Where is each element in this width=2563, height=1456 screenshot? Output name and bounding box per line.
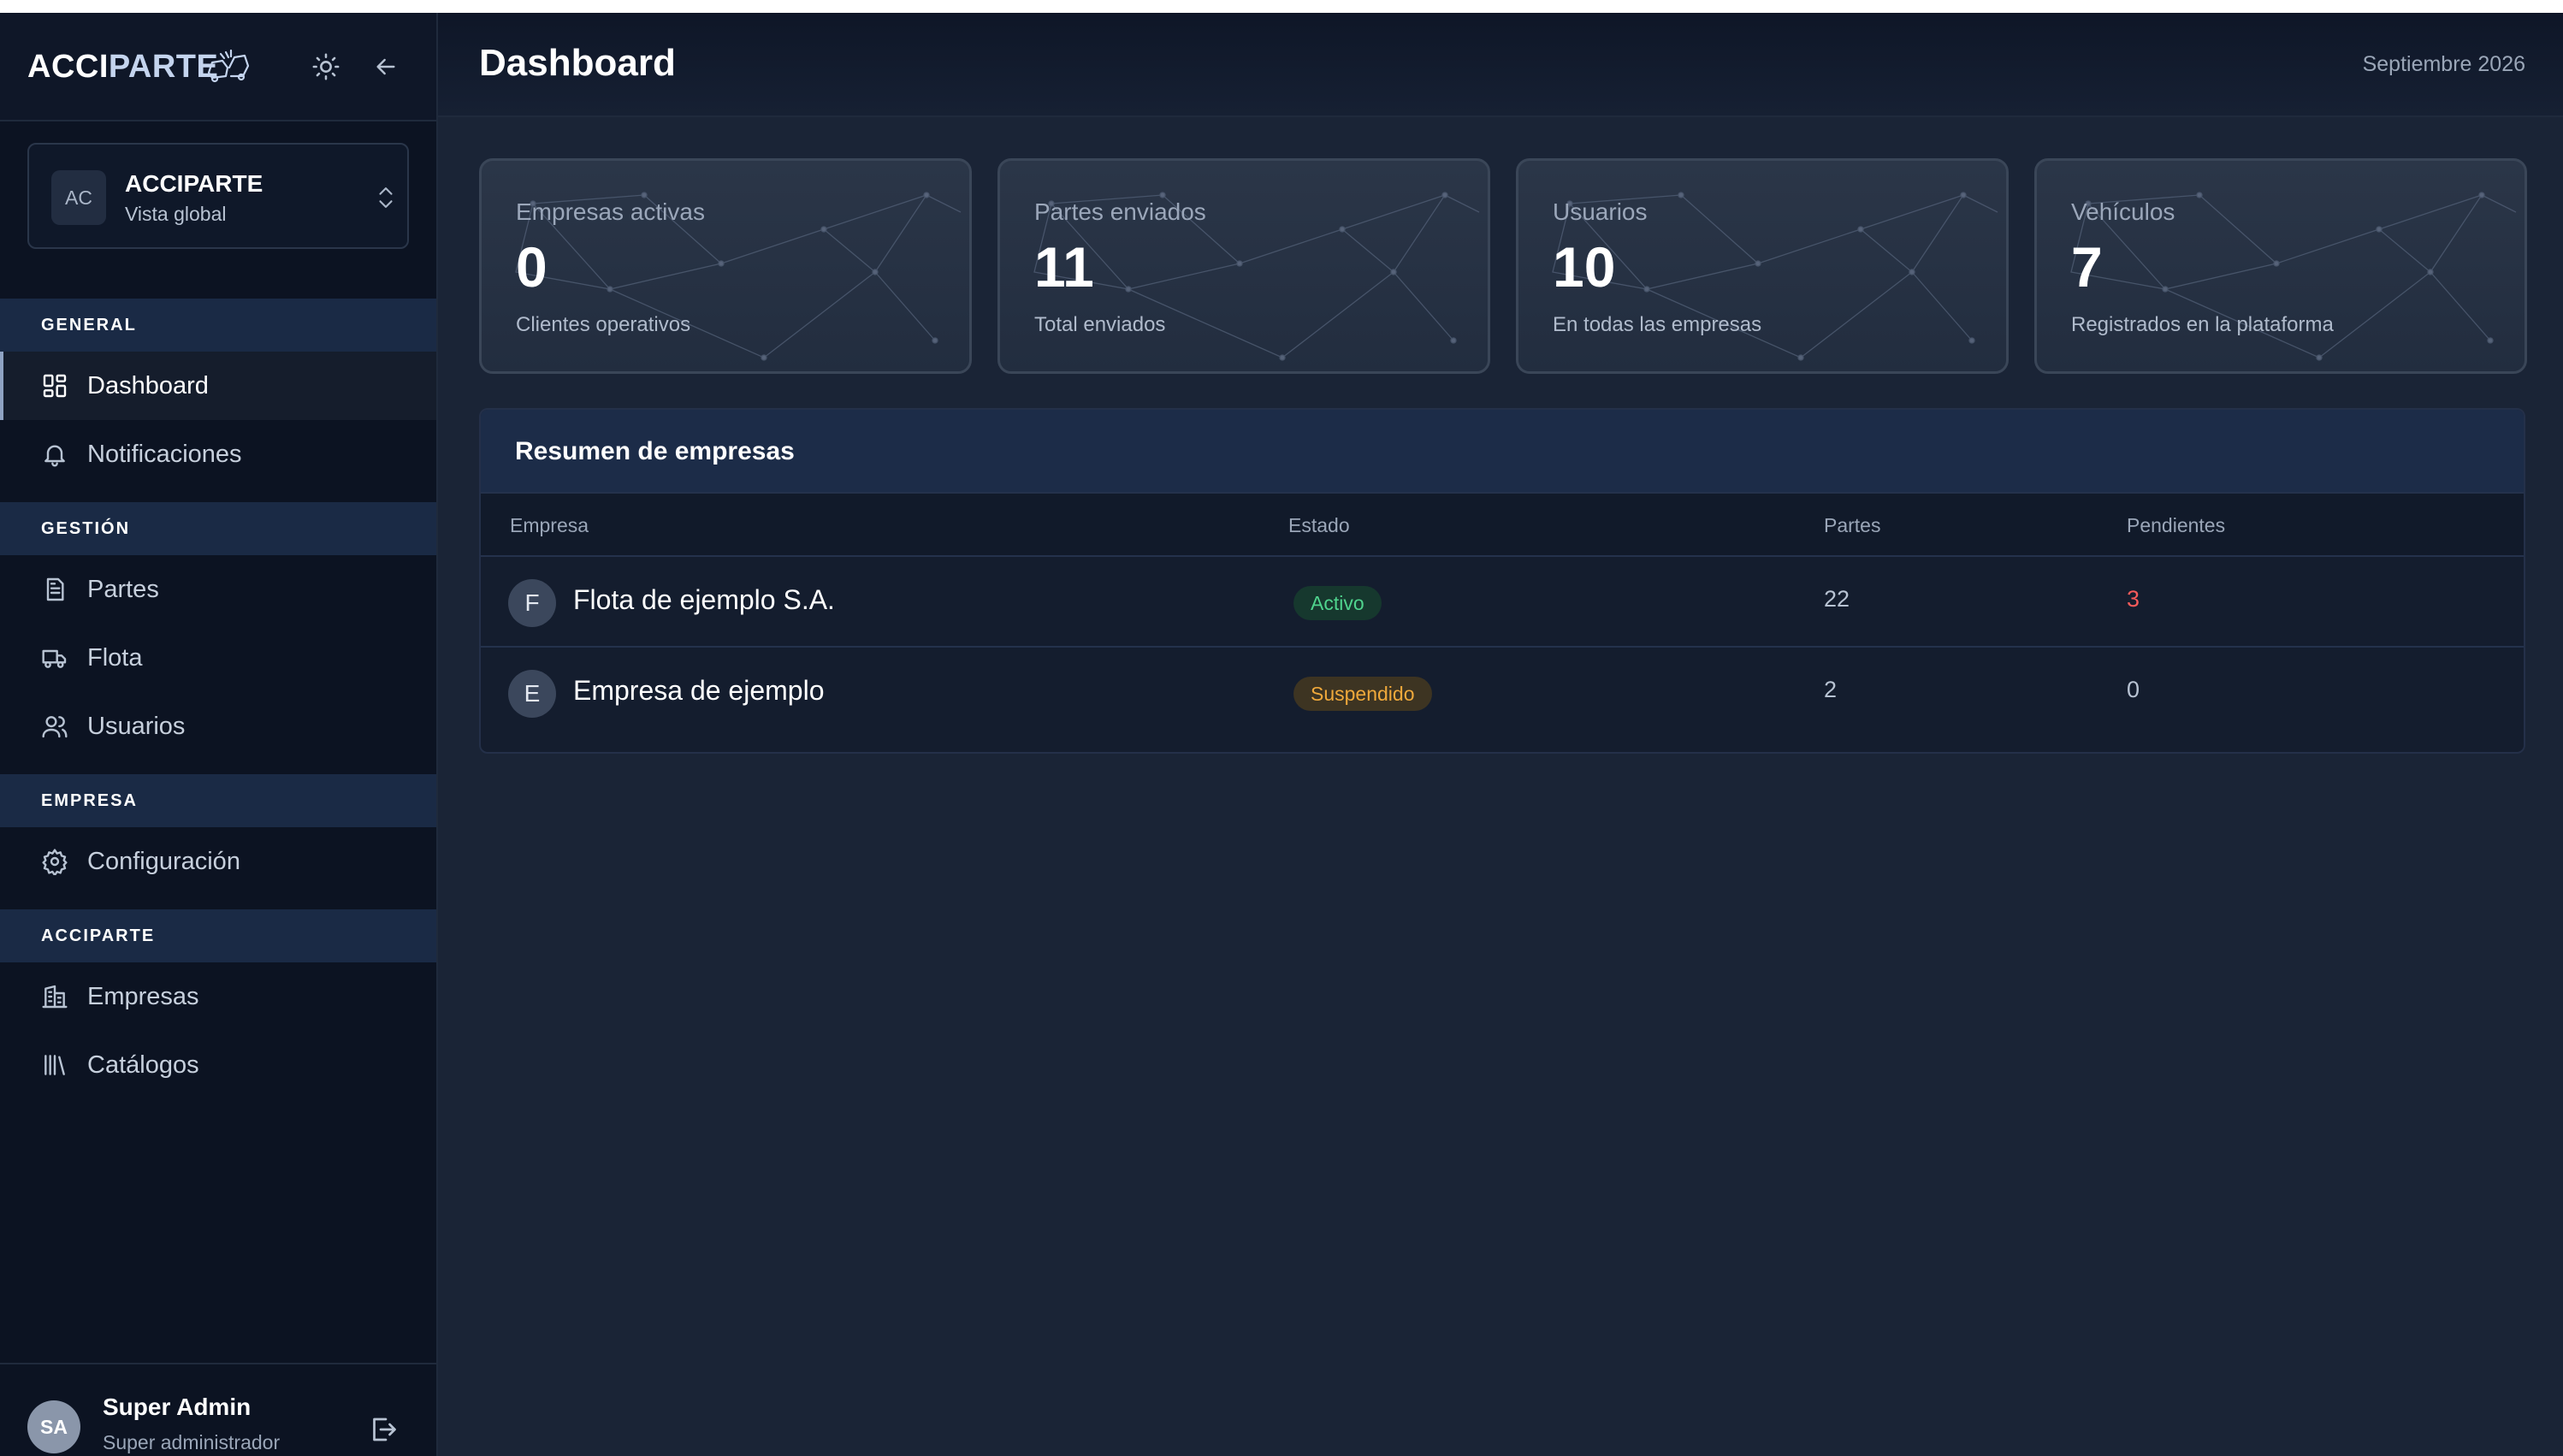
chevron-updown-icon xyxy=(379,187,393,208)
partes-count: 22 xyxy=(1824,586,1850,612)
logout-icon[interactable] xyxy=(368,1414,399,1445)
sidebar-item-partes[interactable]: Partes xyxy=(0,555,436,624)
sidebar-item-label: Empresas xyxy=(87,982,199,1010)
company-name[interactable]: Empresa de ejemplo xyxy=(573,675,824,707)
theme-toggle-button[interactable] xyxy=(306,47,346,86)
stat-card-vehiculos[interactable]: Vehículos 7 Registrados en la plataforma xyxy=(2034,158,2527,374)
dashboard-icon xyxy=(39,370,70,401)
stat-subtitle: En todas las empresas xyxy=(1553,313,1762,336)
car-crash-logo-icon xyxy=(207,49,250,83)
arrow-left-icon xyxy=(376,58,395,75)
main-content: Dashboard Septiembre 2026 Empresas activ… xyxy=(438,13,2563,1456)
stat-value: 0 xyxy=(516,235,548,299)
workspace-name: ACCIPARTE xyxy=(125,170,263,197)
stat-label: Partes enviados xyxy=(1034,198,1206,225)
truck-icon xyxy=(39,642,70,673)
sidebar-item-flota[interactable]: Flota xyxy=(0,624,436,692)
stat-value: 11 xyxy=(1034,235,1094,299)
top-strip xyxy=(0,0,2563,13)
network-pattern-icon xyxy=(515,192,962,361)
sidebar-item-empresas[interactable]: Empresas xyxy=(0,962,436,1031)
section-header-general: GENERAL xyxy=(0,299,436,352)
user-name: Super Admin xyxy=(103,1394,252,1420)
sidebar-item-notificaciones[interactable]: Notificaciones xyxy=(0,420,436,488)
partes-count: 2 xyxy=(1824,677,1838,702)
company-summary-table: Resumen de empresas Empresa Estado Parte… xyxy=(479,408,2525,754)
stat-card-partes[interactable]: Partes enviados 11 Total enviados xyxy=(997,158,1490,374)
sidebar-item-label: Dashboard xyxy=(87,371,209,400)
section-header-empresa: EMPRESA xyxy=(0,774,436,827)
users-icon xyxy=(39,711,70,742)
stat-subtitle: Registrados en la plataforma xyxy=(2071,313,2334,336)
pendientes-count: 0 xyxy=(2127,677,2140,702)
column-header-empresa[interactable]: Empresa xyxy=(510,514,589,537)
app-logo[interactable]: ACCIPARTE xyxy=(27,49,218,86)
workspace-avatar: AC xyxy=(51,170,106,225)
sidebar-item-label: Usuarios xyxy=(87,712,186,740)
column-header-partes[interactable]: Partes xyxy=(1824,514,1880,537)
stat-card-usuarios[interactable]: Usuarios 10 En todas las empresas xyxy=(1516,158,2009,374)
sidebar-header: ACCIPARTE xyxy=(0,13,436,121)
library-icon xyxy=(39,1050,70,1080)
company-name[interactable]: Flota de ejemplo S.A. xyxy=(573,584,835,616)
bell-icon xyxy=(39,439,70,470)
column-header-estado[interactable]: Estado xyxy=(1288,514,1350,537)
status-badge: Suspendido xyxy=(1293,677,1432,711)
stat-value: 7 xyxy=(2071,235,2103,299)
stat-label: Empresas activas xyxy=(516,198,705,225)
collapse-sidebar-button[interactable] xyxy=(366,47,405,86)
sidebar: ACCIPARTE AC ACCIPARTE Vista global GENE… xyxy=(0,13,438,1456)
stat-value: 10 xyxy=(1553,235,1616,299)
user-role: Super administrador xyxy=(103,1431,281,1453)
sidebar-user-panel: SA Super Admin Super administrador xyxy=(0,1363,436,1456)
sidebar-item-label: Partes xyxy=(87,575,159,603)
table-column-headers: Empresa Estado Partes Pendientes xyxy=(481,494,2524,557)
section-header-acciparte: ACCIPARTE xyxy=(0,909,436,962)
sidebar-item-label: Catálogos xyxy=(87,1051,199,1079)
stat-card-empresas[interactable]: Empresas activas 0 Clientes operativos xyxy=(479,158,972,374)
sidebar-item-catalogos[interactable]: Catálogos xyxy=(0,1031,436,1099)
logo-text-accent: PARTE xyxy=(108,49,219,85)
sidebar-item-dashboard[interactable]: Dashboard xyxy=(0,352,436,420)
sidebar-item-configuracion[interactable]: Configuración xyxy=(0,827,436,896)
avatar[interactable]: SA xyxy=(27,1400,80,1453)
document-icon xyxy=(39,574,70,605)
network-pattern-icon xyxy=(2070,192,2517,361)
topbar: Dashboard Septiembre 2026 xyxy=(438,13,2563,117)
table-row[interactable]: F Flota de ejemplo S.A. Activo 22 3 xyxy=(481,557,2524,648)
sidebar-item-usuarios[interactable]: Usuarios xyxy=(0,692,436,761)
logo-text-main: ACCI xyxy=(27,49,109,85)
app: ACCIPARTE AC ACCIPARTE Vista global GENE… xyxy=(0,13,2563,1456)
building-icon xyxy=(39,981,70,1012)
sidebar-item-label: Configuración xyxy=(87,847,240,875)
stat-subtitle: Clientes operativos xyxy=(516,313,691,336)
table-header-bar: Resumen de empresas xyxy=(481,410,2524,494)
section-header-gestion: GESTIÓN xyxy=(0,502,436,555)
table-row[interactable]: E Empresa de ejemplo Suspendido 2 0 xyxy=(481,648,2524,738)
workspace-subtitle: Vista global xyxy=(125,203,227,225)
current-period: Septiembre 2026 xyxy=(2362,52,2525,76)
table-title: Resumen de empresas xyxy=(515,437,795,465)
sidebar-item-label: Flota xyxy=(87,643,143,672)
company-avatar: F xyxy=(508,579,556,627)
sun-icon xyxy=(312,53,340,80)
stat-label: Usuarios xyxy=(1553,198,1648,225)
gear-icon xyxy=(39,846,70,877)
pendientes-count: 3 xyxy=(2127,586,2140,612)
stat-subtitle: Total enviados xyxy=(1034,313,1166,336)
workspace-switcher[interactable]: AC ACCIPARTE Vista global xyxy=(27,143,409,249)
stat-label: Vehículos xyxy=(2071,198,2175,225)
sidebar-item-label: Notificaciones xyxy=(87,440,242,468)
status-badge: Activo xyxy=(1293,586,1382,620)
company-avatar: E xyxy=(508,670,556,718)
page-title: Dashboard xyxy=(479,42,676,84)
column-header-pendientes[interactable]: Pendientes xyxy=(2127,514,2225,537)
